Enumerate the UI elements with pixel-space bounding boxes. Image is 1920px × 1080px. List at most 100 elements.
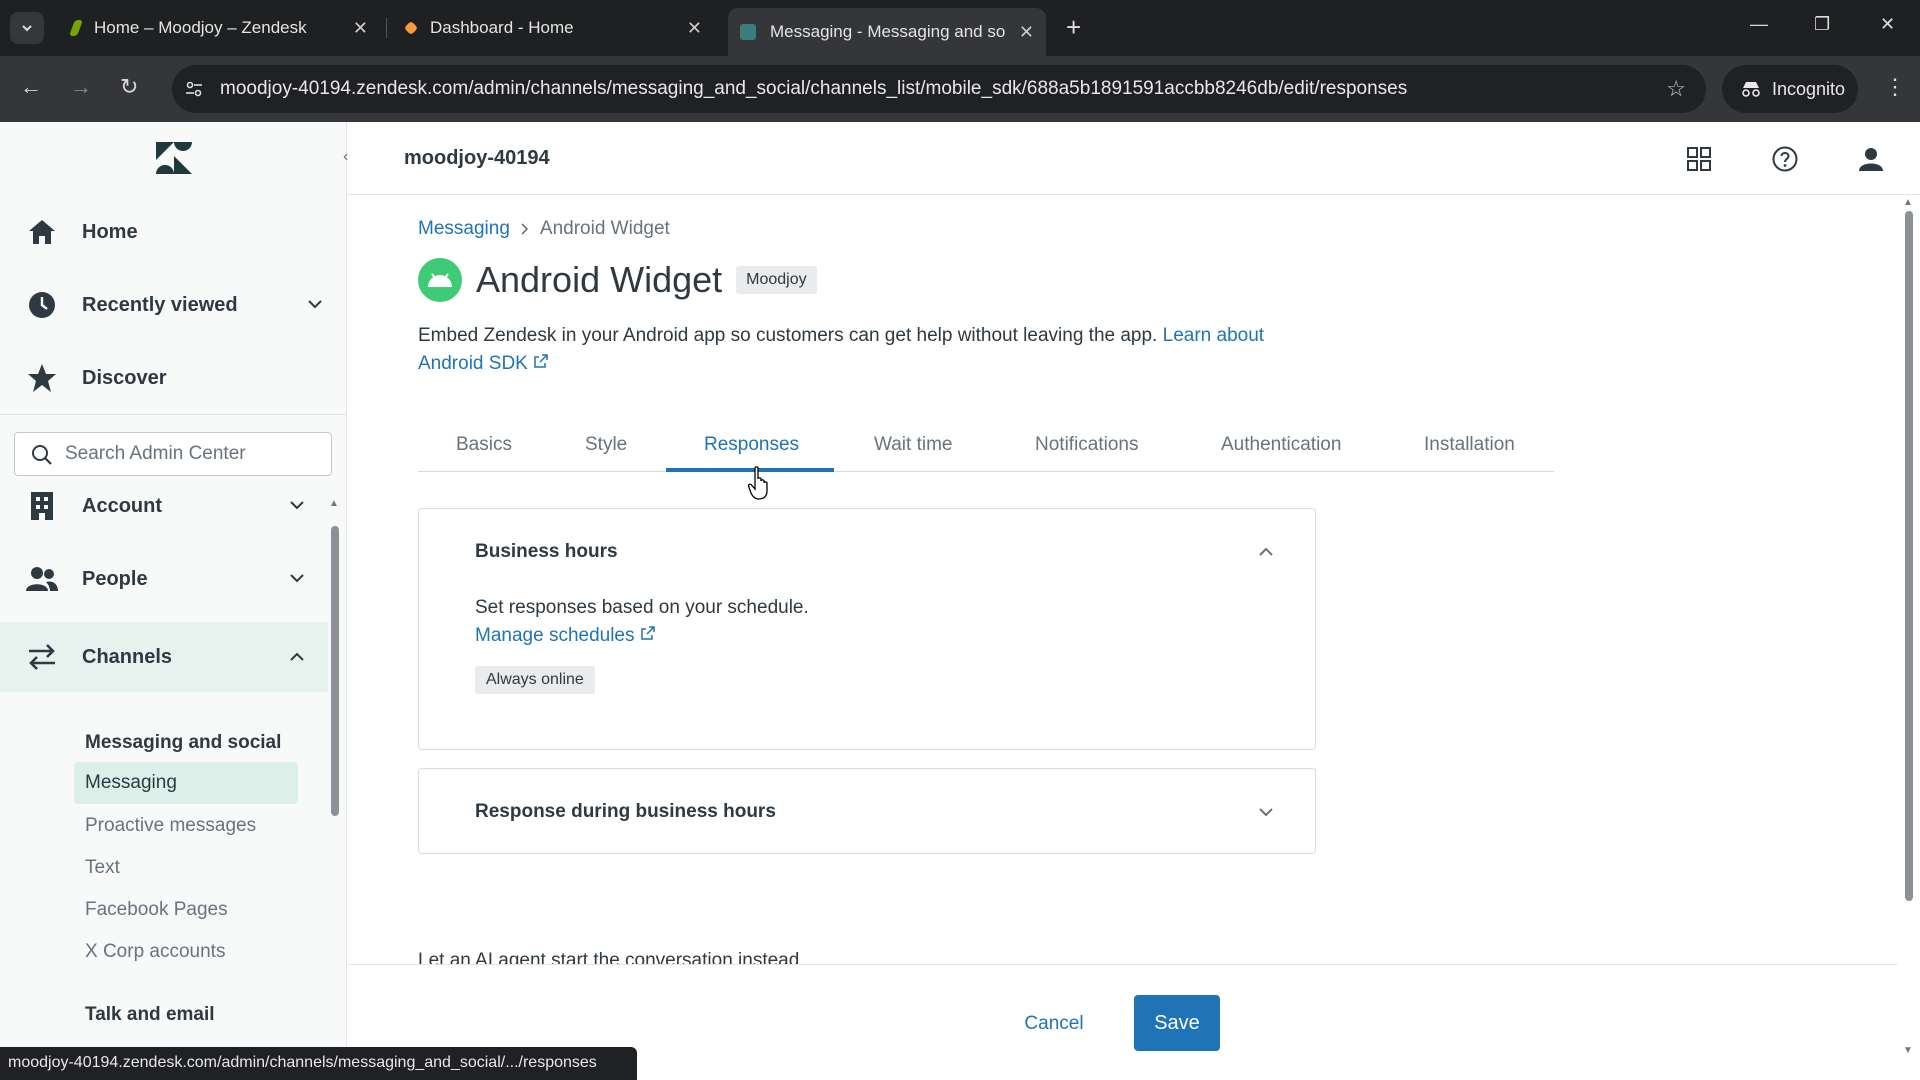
settings-tabs: Basics Style Responses Wait time Notific… (418, 426, 1554, 472)
admin-search-input[interactable]: Search Admin Center (14, 432, 332, 476)
sidebar-item-discover[interactable]: Discover (0, 350, 346, 406)
tab-divider (386, 18, 387, 38)
hand-cursor-icon (748, 466, 768, 500)
apps-grid-icon[interactable] (1686, 146, 1712, 172)
chevron-right-icon (521, 223, 529, 235)
reload-icon[interactable]: ↻ (120, 74, 138, 100)
tab-basics[interactable]: Basics (456, 434, 512, 456)
business-hours-card: Business hours Set responses based on yo… (418, 508, 1316, 750)
main-content: Messaging Android Widget Android Widget … (348, 196, 1898, 1080)
breadcrumb-messaging-link[interactable]: Messaging (418, 218, 510, 240)
browser-tab-dashboard[interactable]: Dashboard - Home ✕ (394, 8, 714, 48)
sidebar-subitem-messaging[interactable]: Messaging (74, 762, 298, 804)
sidebar-item-channels[interactable]: Channels (0, 622, 328, 692)
dashboard-favicon-icon (403, 20, 419, 36)
help-icon[interactable] (1772, 146, 1798, 172)
building-icon (26, 490, 58, 522)
browser-menu-icon[interactable]: ⋮ (1884, 74, 1906, 100)
tab-responses[interactable]: Responses (704, 434, 799, 456)
chevron-up-icon[interactable] (1257, 543, 1275, 561)
incognito-indicator[interactable]: Incognito (1722, 65, 1858, 113)
clock-icon (26, 289, 58, 321)
page-scrollbar[interactable]: ▲ ▼ (1902, 197, 1916, 1057)
close-icon[interactable]: ✕ (353, 18, 368, 39)
browser-toolbar: ← → ↻ moodjoy-40194.zendesk.com/admin/ch… (0, 56, 1920, 122)
sidebar-scrollbar[interactable] (331, 526, 339, 816)
link-status-bar: moodjoy-40194.zendesk.com/admin/channels… (0, 1047, 637, 1080)
scroll-up-icon[interactable]: ▲ (1903, 197, 1913, 208)
brand-badge: Moodjoy (736, 266, 817, 294)
bookmark-star-icon[interactable]: ☆ (1666, 76, 1686, 102)
tab-authentication[interactable]: Authentication (1221, 434, 1341, 456)
address-bar[interactable]: moodjoy-40194.zendesk.com/admin/channels… (172, 65, 1706, 113)
sidebar-item-recently-viewed[interactable]: Recently viewed (0, 277, 346, 333)
browser-tab-home[interactable]: Home – Moodjoy – Zendesk ✕ (60, 8, 380, 48)
browser-tab-messaging[interactable]: Messaging - Messaging and so ✕ (728, 8, 1046, 56)
breadcrumb-current: Android Widget (539, 218, 670, 239)
new-tab-icon[interactable]: + (1066, 12, 1081, 43)
browser-tab-bar: Home – Moodjoy – Zendesk ✕ Dashboard - H… (0, 0, 1920, 56)
admin-sidebar: Home Recently viewed Discover Search Adm… (0, 122, 347, 1080)
incognito-icon (1742, 82, 1760, 97)
scroll-down-icon[interactable]: ▼ (1903, 1045, 1913, 1056)
people-icon (26, 563, 58, 595)
cancel-button[interactable]: Cancel (1006, 997, 1102, 1051)
sidebar-subitem-text[interactable]: Text (74, 847, 298, 889)
chevron-down-icon (308, 300, 322, 309)
admin-center-app: Home Recently viewed Discover Search Adm… (0, 122, 1920, 1080)
home-icon (26, 216, 58, 248)
response-card-title: Response during business hours (475, 801, 776, 822)
account-name: moodjoy-40194 (404, 147, 550, 169)
tab-list-button[interactable] (10, 12, 44, 44)
chevron-down-icon[interactable] (1257, 803, 1275, 821)
sidebar-item-account[interactable]: Account (0, 478, 328, 534)
sidebar-subitem-proactive-messages[interactable]: Proactive messages (74, 805, 298, 847)
top-bar: moodjoy-40194 (348, 122, 1920, 195)
page-description: Embed Zendesk in your Android app so cus… (418, 325, 1265, 374)
user-profile-icon[interactable] (1858, 146, 1884, 172)
sidebar-subitem-facebook-pages[interactable]: Facebook Pages (74, 889, 298, 931)
window-close-icon[interactable]: ✕ (1880, 14, 1895, 35)
breadcrumb: Messaging Android Widget (418, 218, 670, 240)
minimize-icon[interactable]: — (1750, 14, 1768, 35)
external-link-icon (534, 354, 548, 368)
save-button[interactable]: Save (1134, 995, 1220, 1051)
forward-icon[interactable]: → (70, 74, 92, 100)
star-icon (26, 362, 58, 394)
sidebar-subitem-x-corp-accounts[interactable]: X Corp accounts (74, 931, 298, 973)
tab-style[interactable]: Style (585, 434, 627, 456)
always-online-tag: Always online (475, 666, 595, 694)
sidebar-item-people[interactable]: People (0, 551, 328, 607)
page-scrollbar-thumb[interactable] (1905, 211, 1913, 901)
restore-icon[interactable]: ❐ (1814, 14, 1830, 35)
zendesk-logo-icon[interactable] (154, 140, 194, 176)
manage-schedules-link[interactable]: Manage schedules (475, 625, 656, 647)
tab-installation[interactable]: Installation (1424, 434, 1515, 456)
android-icon (418, 258, 462, 302)
channels-icon (26, 641, 58, 673)
back-icon[interactable]: ← (20, 74, 42, 100)
incognito-label: Incognito (1772, 78, 1846, 99)
zendesk-favicon-icon (69, 20, 83, 36)
search-icon (32, 445, 52, 465)
site-settings-icon[interactable] (184, 79, 204, 99)
tab-notifications[interactable]: Notifications (1035, 434, 1139, 456)
page-header: Android Widget Moodjoy (418, 258, 817, 302)
chevron-up-icon (290, 652, 304, 661)
chevron-down-icon (290, 501, 304, 510)
scroll-up-icon[interactable]: ▲ (329, 498, 339, 509)
sidebar-item-home[interactable]: Home (0, 204, 346, 260)
business-hours-title: Business hours (475, 541, 618, 562)
tab-wait-time[interactable]: Wait time (874, 434, 952, 456)
response-during-business-hours-card[interactable]: Response during business hours (418, 768, 1316, 854)
business-hours-text: Set responses based on your schedule. (475, 597, 809, 618)
sidebar-divider (0, 414, 346, 415)
external-link-icon (641, 626, 655, 640)
sidebar-subheading-messaging-social: Messaging and social (85, 732, 282, 753)
close-icon[interactable]: ✕ (1019, 22, 1034, 43)
page-title: Android Widget (476, 259, 723, 300)
close-icon[interactable]: ✕ (687, 18, 702, 39)
zendesk-favicon-icon (740, 24, 756, 40)
chevron-down-icon (290, 574, 304, 583)
chevron-down-icon (22, 25, 32, 32)
